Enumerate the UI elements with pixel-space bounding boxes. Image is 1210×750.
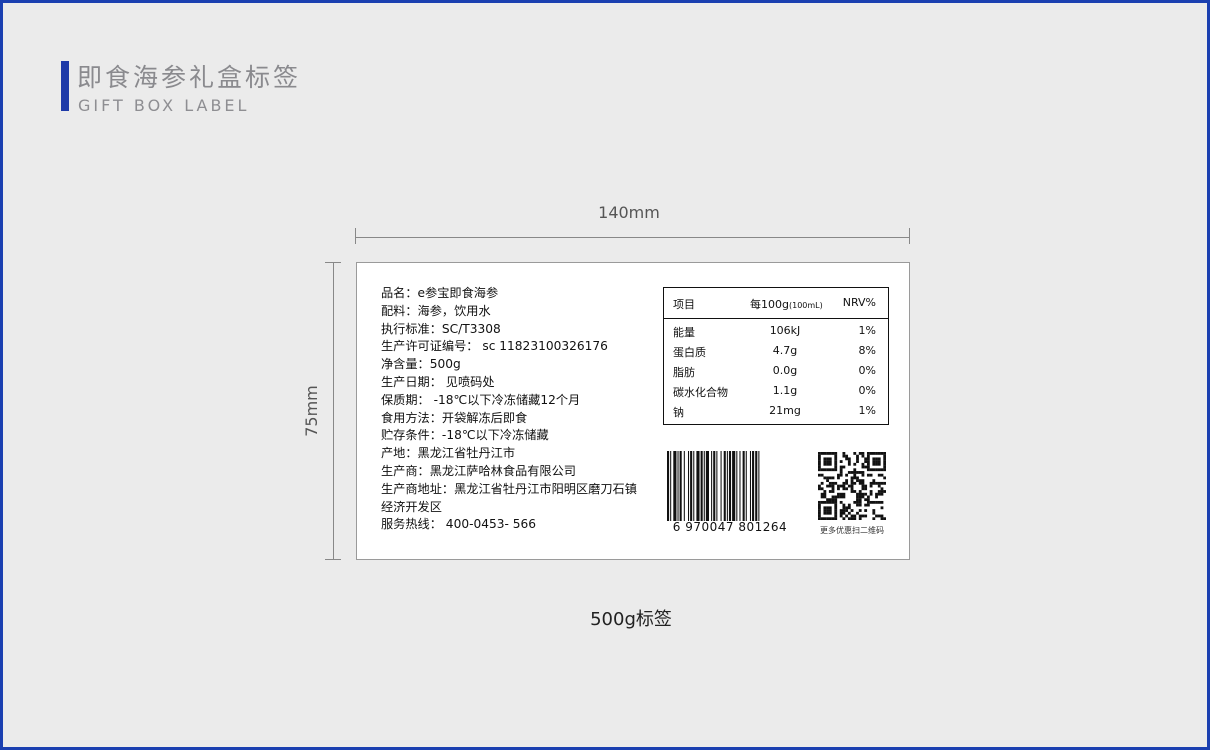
nutrient-value: 106kJ (769, 324, 801, 337)
info-line: 净含量：500g (381, 357, 461, 372)
nutrient-name: 脂肪 (673, 366, 695, 379)
page-frame: 即食海参礼盒标签 GIFT BOX LABEL 140mm 75mm 品名：e参… (0, 0, 1210, 750)
qr-code (818, 452, 886, 520)
info-line: 生产日期： 见喷码处 (381, 374, 495, 389)
nutrition-header-item: 项目 (673, 298, 695, 311)
nutrient-value: 1.1g (772, 384, 798, 397)
product-label: 品名：e参宝即食海参 配料：海参，饮用水 执行标准：SC/T3308 生产许可证… (356, 262, 910, 560)
product-info: 品名：e参宝即食海参 配料：海参，饮用水 执行标准：SC/T3308 生产许可证… (381, 285, 649, 534)
info-line: 生产商地址：黑龙江省牡丹江市阳明区磨刀石镇经济开发区 (381, 481, 637, 514)
nutrition-table: 项目 每100g(100mL) NRV% 能量 106kJ 1% 蛋白质 4.7… (663, 287, 889, 425)
nutrient-value: 21mg (769, 404, 801, 417)
nutrition-row: 碳水化合物 1.1g 0% (664, 384, 888, 404)
nutrient-name: 蛋白质 (673, 346, 706, 359)
info-line: 生产商：黑龙江萨哈林食品有限公司 (381, 463, 576, 478)
info-line: 产地：黑龙江省牡丹江市 (381, 446, 516, 461)
nutrition-header-per-amount: 每100g (750, 298, 789, 311)
nutrition-row: 蛋白质 4.7g 8% (664, 344, 888, 364)
nutrient-value: 4.7g (772, 344, 798, 357)
nutrient-nrv: 0% (858, 364, 876, 377)
info-line: 保质期： -18℃以下冷冻储藏12个月 (381, 392, 581, 407)
barcode (667, 451, 760, 521)
nutrition-row: 能量 106kJ 1% (664, 324, 888, 344)
info-line: 配料：海参，饮用水 (381, 303, 491, 318)
info-line: 贮存条件：-18℃以下冷冻储藏 (381, 428, 549, 443)
info-line: 品名：e参宝即食海参 (381, 286, 499, 300)
info-line: 服务热线： 400-0453- 566 (381, 517, 537, 532)
info-line: 食用方法：开袋解冻后即食 (381, 410, 528, 425)
nutrient-nrv: 1% (858, 404, 876, 417)
title-accent-bar (61, 61, 69, 111)
nutrition-header-nrv: NRV% (842, 296, 876, 309)
height-dimension-label: 75mm (302, 385, 321, 437)
nutrient-nrv: 0% (858, 384, 876, 397)
nutrient-name: 碳水化合物 (673, 386, 728, 399)
label-caption: 500g标签 (590, 609, 672, 630)
nutrition-header-per-unit: (100mL) (788, 301, 823, 310)
page-subtitle: GIFT BOX LABEL (78, 96, 250, 115)
nutrition-header: 项目 每100g(100mL) NRV% (664, 288, 888, 319)
info-line: 生产许可证编号： sc 11823100326176 (381, 339, 608, 354)
nutrition-row: 钠 21mg 1% (664, 404, 888, 424)
nutrient-name: 能量 (673, 326, 695, 339)
nutrient-name: 钠 (673, 406, 684, 419)
width-dimension-line (355, 220, 910, 244)
info-line: 执行标准：SC/T3308 (381, 321, 501, 336)
nutrition-row: 脂肪 0.0g 0% (664, 364, 888, 384)
nutrient-nrv: 8% (858, 344, 876, 357)
nutrient-value: 0.0g (772, 364, 798, 377)
page-title: 即食海参礼盒标签 (77, 63, 302, 92)
qr-caption: 更多优惠扫二维码 (820, 526, 884, 535)
nutrient-nrv: 1% (858, 324, 876, 337)
nutrition-header-per: 每100g(100mL) (750, 296, 823, 312)
barcode-number: 6 970047 801264 (672, 520, 788, 534)
